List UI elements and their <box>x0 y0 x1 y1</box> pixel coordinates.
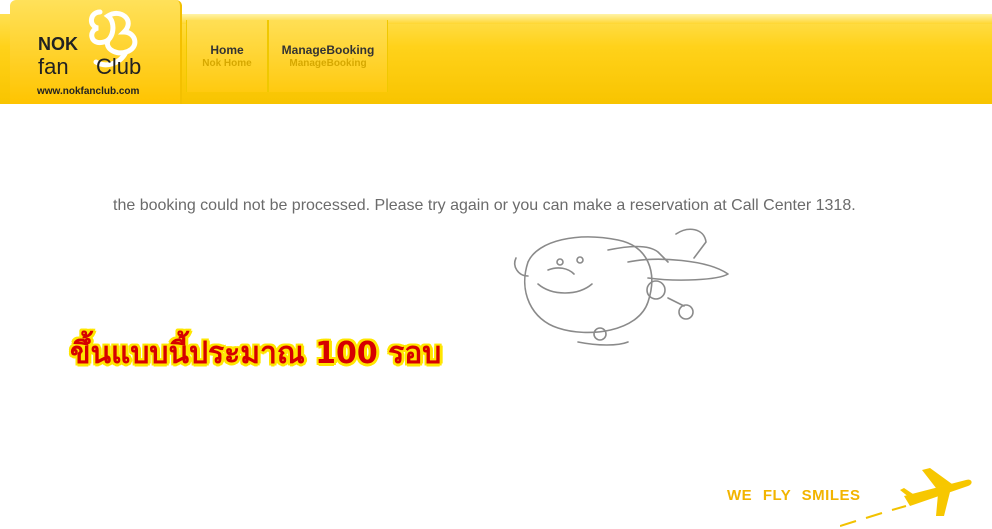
logo-url: www.nokfanclub.com <box>37 86 140 97</box>
logo-text-club: Club <box>96 54 142 79</box>
site-header: NOK fan Club www.nokfanclub.com Home Nok… <box>0 0 992 104</box>
nav-home[interactable]: Home Nok Home <box>186 20 268 92</box>
nav-manage-booking-sublabel: ManageBooking <box>289 58 367 69</box>
logo-text-fan: fan <box>38 54 69 79</box>
error-message: the booking could not be processed. Plea… <box>113 197 856 214</box>
logo-text-nok: NOK <box>38 34 78 54</box>
nav-manage-booking[interactable]: ManageBooking ManageBooking <box>268 20 388 92</box>
nav-manage-booking-label: ManageBooking <box>281 43 375 57</box>
thai-annotation: ขึ้นแบบนี้ประมาณ 100 รอบ <box>70 336 442 371</box>
nav-home-sublabel: Nok Home <box>202 58 252 69</box>
nav-home-label: Home <box>210 43 244 57</box>
plane-mascot-sketch-icon <box>513 228 729 346</box>
airplane-icon <box>840 468 972 527</box>
nok-fanclub-logo[interactable]: NOK fan Club www.nokfanclub.com <box>10 0 182 104</box>
